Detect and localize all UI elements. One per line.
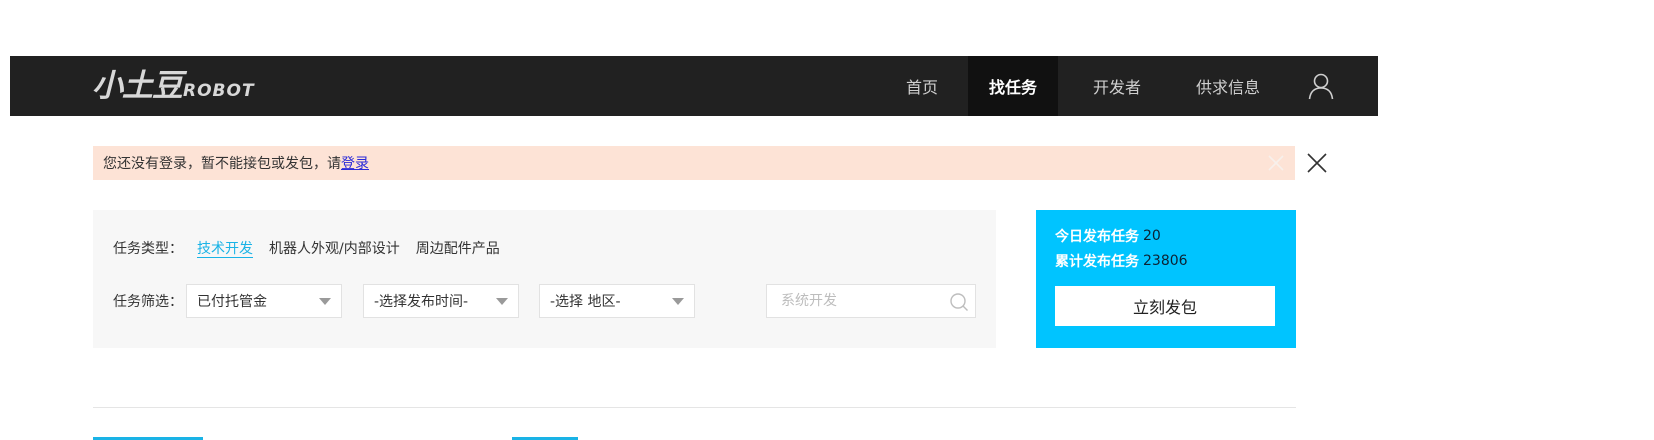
- today-tasks-value: 20: [1143, 228, 1161, 244]
- logo-cn-text: 小土豆: [92, 68, 183, 104]
- task-filter-label: 任务筛选：: [113, 294, 183, 310]
- search-icon[interactable]: [949, 292, 969, 312]
- section-divider: [93, 407, 1296, 408]
- total-tasks-value: 23806: [1143, 253, 1188, 269]
- logo-en-text: ROBOT: [183, 81, 255, 101]
- top-header: 小土豆 ROBOT 首页 找任务 开发者 供求信息: [10, 56, 1378, 116]
- user-icon: [1308, 73, 1334, 100]
- type-option-accessories[interactable]: 周边配件产品: [416, 238, 500, 258]
- search-input[interactable]: [767, 285, 937, 317]
- task-type-label: 任务类型：: [113, 241, 183, 257]
- region-select[interactable]: -选择 地区-: [539, 284, 695, 318]
- publish-time-value: -选择发布时间-: [374, 294, 469, 310]
- today-tasks-label: 今日发布任务: [1055, 229, 1139, 245]
- nav-item-home[interactable]: 首页: [876, 56, 968, 116]
- task-type-row: 任务类型： 技术开发 机器人外观/内部设计 周边配件产品: [113, 238, 516, 258]
- payment-status-select[interactable]: 已付托管金: [186, 284, 342, 318]
- nav-item-supply-demand[interactable]: 供求信息: [1176, 56, 1280, 116]
- task-search-box: [766, 284, 976, 318]
- main-nav: 首页 找任务 开发者 供求信息: [876, 56, 1378, 116]
- login-link[interactable]: 登录: [341, 153, 369, 173]
- login-notice-bar: 您还没有登录，暂不能接包或发包，请 登录: [93, 146, 1295, 180]
- publish-task-button[interactable]: 立刻发包: [1055, 286, 1275, 326]
- today-tasks-stat: 今日发布任务 20: [1055, 226, 1161, 246]
- nav-item-developers[interactable]: 开发者: [1058, 56, 1176, 116]
- user-account-button[interactable]: [1280, 56, 1378, 116]
- task-stats-panel: 今日发布任务 20 累计发布任务 23806 立刻发包: [1036, 210, 1296, 348]
- notice-text: 您还没有登录，暂不能接包或发包，请: [103, 156, 341, 172]
- publish-time-select[interactable]: -选择发布时间-: [363, 284, 519, 318]
- type-option-tech-dev[interactable]: 技术开发: [197, 238, 253, 258]
- payment-status-value: 已付托管金: [197, 294, 267, 310]
- site-logo[interactable]: 小土豆 ROBOT: [92, 68, 255, 104]
- close-icon[interactable]: [1267, 154, 1285, 172]
- total-tasks-stat: 累计发布任务 23806: [1055, 251, 1188, 271]
- task-filter-panel: 任务类型： 技术开发 机器人外观/内部设计 周边配件产品 任务筛选： 已付托管金…: [93, 210, 996, 348]
- chevron-down-icon: [496, 298, 508, 305]
- chevron-down-icon: [319, 298, 331, 305]
- chevron-down-icon: [672, 298, 684, 305]
- total-tasks-label: 累计发布任务: [1055, 254, 1139, 270]
- type-option-robot-design[interactable]: 机器人外观/内部设计: [269, 238, 400, 258]
- close-icon[interactable]: [1306, 152, 1328, 174]
- region-value: -选择 地区-: [550, 294, 621, 310]
- nav-item-find-task[interactable]: 找任务: [968, 56, 1058, 116]
